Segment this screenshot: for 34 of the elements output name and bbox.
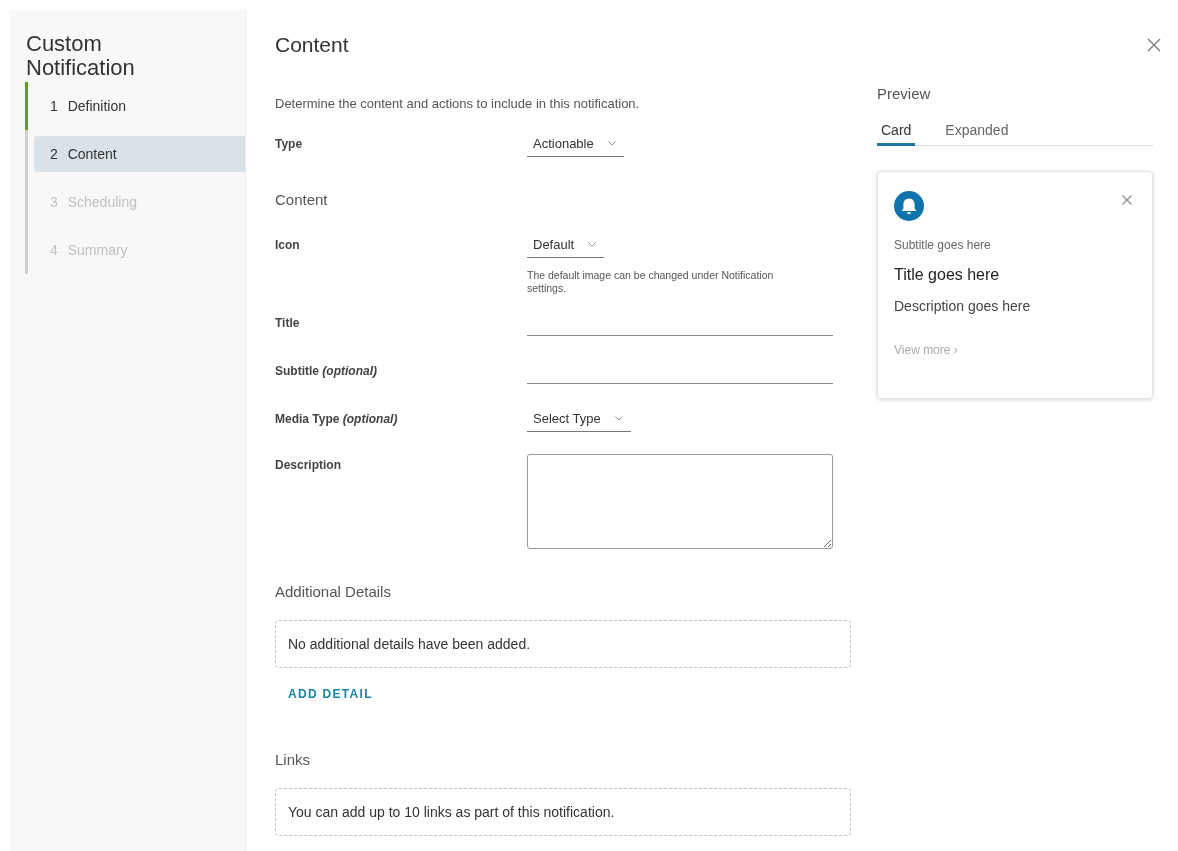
close-icon[interactable] xyxy=(1122,195,1132,205)
field-label: Description xyxy=(275,457,342,474)
empty-state-panel: You can add up to 10 links as part of this notification. xyxy=(275,788,851,836)
select-dropdown[interactable]: Actionable xyxy=(527,131,624,157)
step-item[interactable]: 2 Content xyxy=(34,136,245,172)
card-description: Description goes here xyxy=(894,297,1032,315)
select-dropdown[interactable]: Default xyxy=(527,232,605,258)
step-item[interactable]: 1 Definition xyxy=(34,88,245,124)
section-heading: Additional Details xyxy=(275,582,392,602)
description-textarea[interactable] xyxy=(527,454,833,549)
select-dropdown[interactable]: Select Type xyxy=(527,406,631,432)
field-label: Media Type (optional) xyxy=(275,411,399,428)
add-detail-link[interactable]: ADD DETAIL xyxy=(288,684,373,704)
field-label: Title xyxy=(275,315,301,332)
preview-heading: Preview xyxy=(877,84,932,104)
preview-tab[interactable]: Card xyxy=(877,114,916,146)
card-title: Title goes here xyxy=(894,265,1001,285)
page-title: Content xyxy=(275,32,349,58)
field-label: Subtitle (optional) xyxy=(275,363,378,380)
empty-state-panel: No additional details have been added. xyxy=(275,620,851,668)
preview-tab[interactable]: Expanded xyxy=(941,114,1013,146)
help-text: The default image can be changed under Notification settings. xyxy=(527,269,775,295)
intro-text: Determine the content and actions to include in this notification. xyxy=(275,96,641,112)
section-heading: Content xyxy=(275,190,329,210)
close-icon[interactable] xyxy=(1147,38,1161,52)
wizard-title: Custom Notification xyxy=(26,32,136,80)
section-heading: Links xyxy=(275,750,312,770)
chevron-down-icon xyxy=(607,141,616,146)
bell-icon xyxy=(894,191,924,221)
chevron-down-icon xyxy=(588,242,597,247)
chevron-down-icon xyxy=(614,416,623,421)
field-label: Icon xyxy=(275,237,301,254)
field-label: Type xyxy=(275,136,304,153)
card-subtitle: Subtitle goes here xyxy=(894,237,992,253)
